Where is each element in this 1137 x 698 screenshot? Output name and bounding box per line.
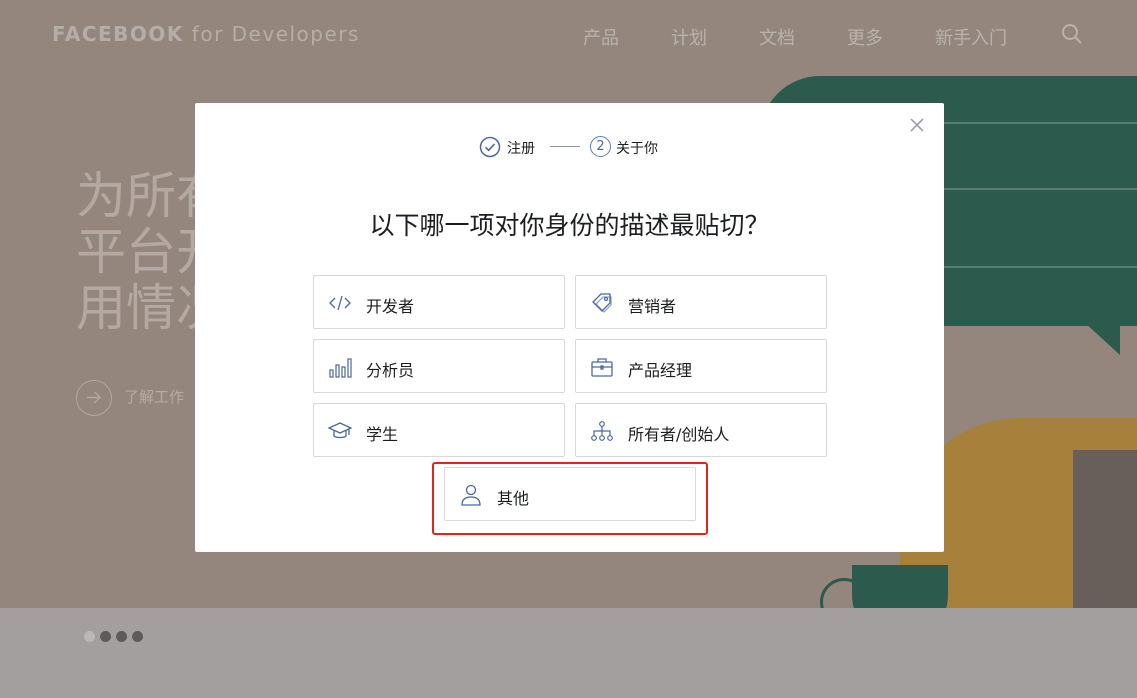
option-label: 所有者/创始人 xyxy=(628,425,730,444)
option-owner-founder[interactable]: 所有者/创始人 xyxy=(575,403,827,457)
step-register-label: 注册 xyxy=(507,141,535,157)
option-student[interactable]: 学生 xyxy=(313,403,565,457)
check-circle-icon xyxy=(479,136,501,158)
dialog-question: 以下哪一项对你身份的描述最贴切？ xyxy=(369,211,770,240)
tag-icon xyxy=(592,293,612,313)
code-icon xyxy=(329,295,351,311)
close-icon[interactable] xyxy=(907,115,927,135)
briefcase-icon xyxy=(591,358,613,377)
step-divider xyxy=(550,146,580,147)
bar-chart-icon xyxy=(329,358,352,378)
option-label: 营销者 xyxy=(628,297,677,316)
option-label: 产品经理 xyxy=(628,361,693,380)
step-about-you-label: 关于你 xyxy=(616,141,658,157)
option-marketer[interactable]: 营销者 xyxy=(575,275,827,329)
option-label: 分析员 xyxy=(366,361,415,380)
graduation-cap-icon xyxy=(328,422,352,439)
option-analyst[interactable]: 分析员 xyxy=(313,339,565,393)
option-product-manager[interactable]: 产品经理 xyxy=(575,339,827,393)
option-developer[interactable]: 开发者 xyxy=(313,275,565,329)
hierarchy-icon xyxy=(591,421,613,441)
highlight-annotation xyxy=(432,462,708,535)
step-number-badge: 2 xyxy=(590,136,611,157)
progress-steps: 注册 2 关于你 xyxy=(195,135,944,159)
option-label: 开发者 xyxy=(366,297,415,316)
option-label: 学生 xyxy=(366,425,399,444)
